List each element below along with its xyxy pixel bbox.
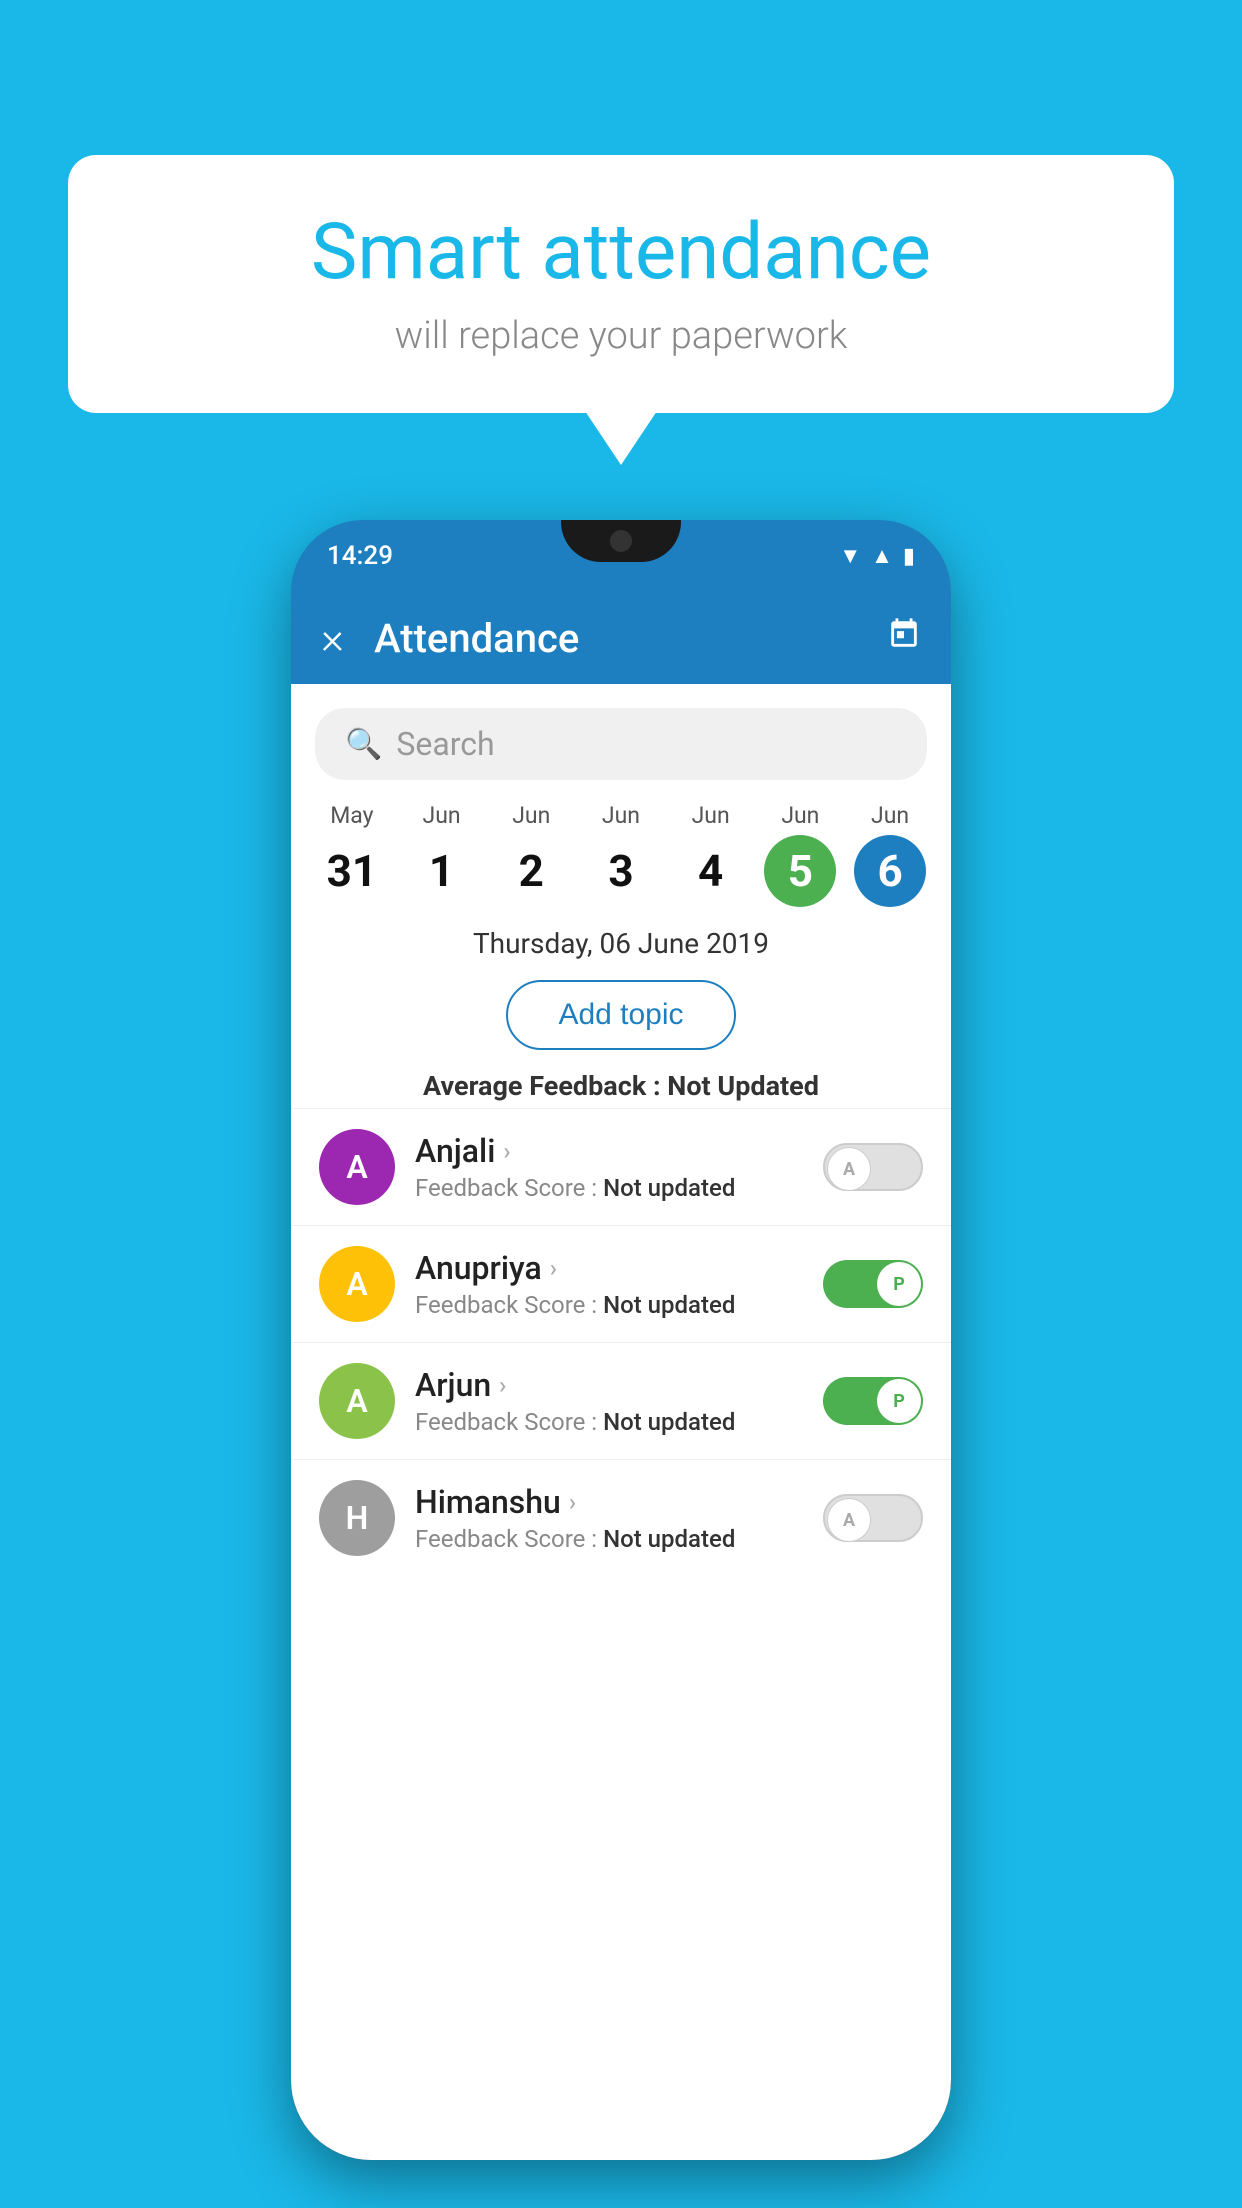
selected-date-label: Thursday, 06 June 2019 (291, 907, 951, 970)
status-time: 14:29 (327, 541, 393, 571)
battery-icon: ▮ (903, 544, 915, 569)
signal-icon: ▲ (871, 543, 893, 569)
search-icon: 🔍 (345, 727, 382, 762)
student-item-anjali[interactable]: A Anjali › Feedback Score : Not updated … (291, 1108, 951, 1225)
date-item-jun2[interactable]: Jun 2 (495, 802, 567, 907)
chevron-right-icon: › (550, 1254, 557, 1282)
search-bar[interactable]: 🔍 Search (315, 708, 927, 780)
status-icons: ▼ ▲ ▮ (839, 543, 915, 569)
phone-mockup: 14:29 ▼ ▲ ▮ × Attendance 🔍 Search (291, 520, 951, 2160)
chevron-right-icon: › (569, 1488, 576, 1516)
date-item-jun4[interactable]: Jun 4 (675, 802, 747, 907)
chevron-right-icon: › (499, 1371, 506, 1399)
add-topic-button[interactable]: Add topic (506, 980, 735, 1050)
search-placeholder: Search (396, 725, 494, 763)
student-item-himanshu[interactable]: H Himanshu › Feedback Score : Not update… (291, 1459, 951, 1576)
toggle-arjun[interactable]: P (823, 1377, 923, 1425)
date-item-jun1[interactable]: Jun 1 (406, 802, 478, 907)
date-item-jun3[interactable]: Jun 3 (585, 802, 657, 907)
date-item-may31[interactable]: May 31 (316, 802, 388, 907)
student-item-anupriya[interactable]: A Anupriya › Feedback Score : Not update… (291, 1225, 951, 1342)
avatar-himanshu: H (319, 1480, 395, 1556)
student-info-anupriya: Anupriya › Feedback Score : Not updated (415, 1249, 803, 1319)
wifi-icon: ▼ (839, 543, 861, 569)
student-info-anjali: Anjali › Feedback Score : Not updated (415, 1132, 803, 1202)
calendar-icon[interactable] (887, 617, 921, 660)
speech-bubble: Smart attendance will replace your paper… (68, 155, 1174, 413)
toggle-anjali[interactable]: A (823, 1143, 923, 1191)
speech-bubble-container: Smart attendance will replace your paper… (68, 155, 1174, 413)
student-info-arjun: Arjun › Feedback Score : Not updated (415, 1366, 803, 1436)
avatar-arjun: A (319, 1363, 395, 1439)
calendar-row: May 31 Jun 1 Jun 2 Jun 3 Jun 4 (291, 780, 951, 907)
app-bar: × Attendance (291, 592, 951, 684)
avatar-anjali: A (319, 1129, 395, 1205)
student-item-arjun[interactable]: A Arjun › Feedback Score : Not updated P (291, 1342, 951, 1459)
toggle-anupriya[interactable]: P (823, 1260, 923, 1308)
avg-feedback: Average Feedback : Not Updated (291, 1060, 951, 1108)
bubble-subtitle: will replace your paperwork (128, 314, 1114, 358)
chevron-right-icon: › (503, 1137, 510, 1165)
toggle-himanshu[interactable]: A (823, 1494, 923, 1542)
date-item-jun6[interactable]: Jun 6 (854, 802, 926, 907)
phone-container: 14:29 ▼ ▲ ▮ × Attendance 🔍 Search (68, 520, 1174, 2208)
student-info-himanshu: Himanshu › Feedback Score : Not updated (415, 1483, 803, 1553)
close-icon[interactable]: × (321, 612, 344, 664)
avatar-anupriya: A (319, 1246, 395, 1322)
notch-camera (610, 530, 632, 552)
bubble-title: Smart attendance (128, 210, 1114, 296)
app-bar-title: Attendance (374, 615, 887, 662)
phone-content: 🔍 Search May 31 Jun 1 Jun 2 Jun (291, 684, 951, 2160)
date-item-jun5[interactable]: Jun 5 (764, 802, 836, 907)
